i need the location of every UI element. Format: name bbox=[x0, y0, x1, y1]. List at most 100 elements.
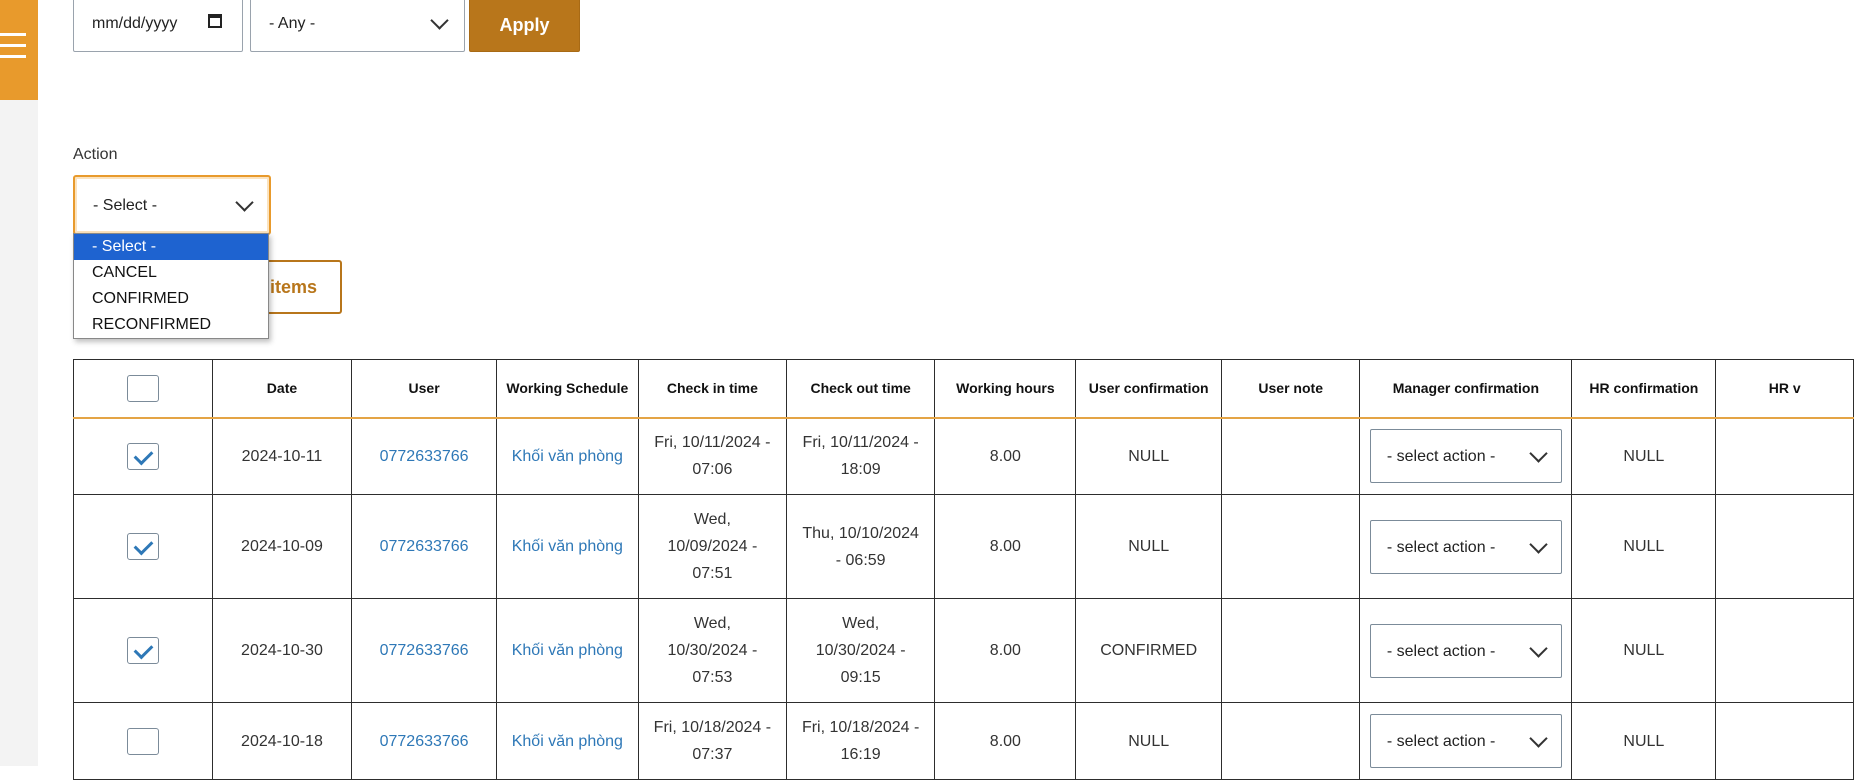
date-filter-input[interactable]: mm/dd/yyyy bbox=[73, 0, 243, 52]
cell-user-confirmation: NULL bbox=[1075, 417, 1222, 495]
manager-action-value: - select action - bbox=[1386, 538, 1496, 556]
cell-hr-confirmation: NULL bbox=[1571, 417, 1717, 495]
header-manager-confirmation[interactable]: Manager confirmation bbox=[1359, 359, 1573, 419]
cell-hr-confirmation: NULL bbox=[1571, 598, 1717, 703]
table-row: 2024-10-30 0772633766 Khối văn phòng Wed… bbox=[73, 598, 1854, 703]
table-header-row: Date User Working Schedule Check in time… bbox=[73, 359, 1854, 419]
header-check-in-time[interactable]: Check in time bbox=[637, 359, 788, 419]
action-label: Action bbox=[73, 146, 118, 163]
cell-manager-confirmation: - select action - bbox=[1359, 417, 1573, 495]
row-select-cell bbox=[73, 494, 213, 599]
status-filter-value: - Any - bbox=[269, 15, 316, 32]
chevron-down-icon bbox=[1529, 638, 1548, 658]
cell-hours: 8.00 bbox=[934, 417, 1077, 495]
apply-filter-button[interactable]: Apply bbox=[469, 0, 580, 52]
cell-check-in: Fri, 10/11/2024 - 07:06 bbox=[637, 417, 788, 495]
cell-user: 0772633766 bbox=[351, 417, 497, 495]
cell-schedule: Khối văn phòng bbox=[495, 702, 639, 780]
schedule-link[interactable]: Khối văn phòng bbox=[512, 538, 623, 555]
status-filter-select[interactable]: - Any - bbox=[250, 0, 465, 52]
cell-date: 2024-10-09 bbox=[211, 494, 353, 599]
cell-schedule: Khối văn phòng bbox=[495, 417, 639, 495]
manager-action-select[interactable]: - select action - bbox=[1369, 429, 1562, 484]
cell-check-out: Thu, 10/10/2024 - 06:59 bbox=[786, 494, 936, 599]
check-in-text: Wed, 10/09/2024 - 07:51 bbox=[667, 511, 758, 582]
check-out-text: Thu, 10/10/2024 - 06:59 bbox=[802, 524, 919, 569]
header-working-schedule[interactable]: Working Schedule bbox=[495, 359, 639, 419]
cell-user: 0772633766 bbox=[351, 494, 497, 599]
select-all-checkbox[interactable] bbox=[126, 374, 159, 402]
check-in-text: Wed, 10/30/2024 - 07:53 bbox=[667, 615, 758, 686]
row-select-cell bbox=[73, 702, 213, 780]
header-user-confirmation[interactable]: User confirmation bbox=[1075, 359, 1222, 419]
dropdown-option-confirmed[interactable]: CONFIRMED bbox=[74, 286, 268, 312]
cell-check-in: Fri, 10/18/2024 - 07:37 bbox=[637, 702, 788, 780]
cell-check-out: Wed, 10/30/2024 - 09:15 bbox=[786, 598, 936, 703]
check-out-text: Fri, 10/18/2024 - 16:19 bbox=[801, 719, 920, 763]
check-in-text: Fri, 10/11/2024 - 07:06 bbox=[654, 434, 771, 479]
cell-user-note bbox=[1220, 417, 1361, 495]
header-hr-v[interactable]: HR v bbox=[1715, 359, 1854, 419]
row-checkbox[interactable] bbox=[126, 533, 159, 561]
row-checkbox[interactable] bbox=[126, 442, 159, 470]
manager-action-select[interactable]: - select action - bbox=[1369, 519, 1562, 574]
user-link[interactable]: 0772633766 bbox=[380, 538, 469, 555]
cell-user-confirmation: NULL bbox=[1075, 494, 1222, 599]
calendar-icon[interactable] bbox=[208, 14, 222, 28]
cell-hr-confirmation: NULL bbox=[1571, 702, 1717, 780]
cell-date: 2024-10-11 bbox=[211, 417, 353, 495]
header-working-hours[interactable]: Working hours bbox=[934, 359, 1077, 419]
chevron-down-icon bbox=[1529, 534, 1548, 554]
cell-user-note bbox=[1220, 494, 1361, 599]
header-hr-confirmation[interactable]: HR confirmation bbox=[1571, 359, 1717, 419]
bulk-action-dropdown: - Select - CANCEL CONFIRMED RECONFIRMED bbox=[73, 233, 269, 339]
schedule-link[interactable]: Khối văn phòng bbox=[512, 733, 623, 750]
table-row: 2024-10-18 0772633766 Khối văn phòng Fri… bbox=[73, 702, 1854, 780]
dropdown-option-reconfirmed[interactable]: RECONFIRMED bbox=[74, 312, 268, 338]
cell-manager-confirmation: - select action - bbox=[1359, 598, 1573, 703]
check-in-text: Fri, 10/18/2024 - 07:37 bbox=[653, 719, 772, 763]
header-user[interactable]: User bbox=[351, 359, 497, 419]
cell-user-confirmation: CONFIRMED bbox=[1075, 598, 1222, 703]
dropdown-option-select[interactable]: - Select - bbox=[74, 234, 268, 260]
cell-user-note bbox=[1220, 598, 1361, 703]
user-link[interactable]: 0772633766 bbox=[380, 448, 469, 465]
cell-manager-confirmation: - select action - bbox=[1359, 702, 1573, 780]
chevron-down-icon bbox=[1529, 729, 1548, 748]
cell-hr-v bbox=[1715, 417, 1854, 495]
row-checkbox[interactable] bbox=[126, 637, 159, 665]
header-date[interactable]: Date bbox=[211, 359, 353, 419]
date-placeholder: mm/dd/yyyy bbox=[92, 15, 178, 32]
check-out-text: Fri, 10/11/2024 - 18:09 bbox=[802, 434, 919, 479]
bulk-action-value: - Select - bbox=[93, 197, 158, 214]
table-row: 2024-10-09 0772633766 Khối văn phòng Wed… bbox=[73, 494, 1854, 599]
hamburger-menu-button[interactable] bbox=[0, 0, 38, 100]
cell-hr-v bbox=[1715, 598, 1854, 703]
cell-hours: 8.00 bbox=[934, 494, 1077, 599]
cell-user-confirmation: NULL bbox=[1075, 702, 1222, 780]
check-out-text: Wed, 10/30/2024 - 09:15 bbox=[815, 615, 906, 686]
apply-items-label: items bbox=[270, 277, 318, 297]
cell-check-in: Wed, 10/30/2024 - 07:53 bbox=[637, 598, 788, 703]
dropdown-option-cancel[interactable]: CANCEL bbox=[74, 260, 268, 286]
user-link[interactable]: 0772633766 bbox=[380, 733, 469, 750]
row-select-cell bbox=[73, 598, 213, 703]
cell-user: 0772633766 bbox=[351, 702, 497, 780]
row-checkbox[interactable] bbox=[126, 727, 159, 755]
attendance-table: Date User Working Schedule Check in time… bbox=[73, 359, 1854, 780]
header-check-out-time[interactable]: Check out time bbox=[786, 359, 936, 419]
manager-action-value: - select action - bbox=[1386, 448, 1496, 466]
bulk-action-select[interactable]: - Select - bbox=[73, 175, 271, 235]
cell-user-note bbox=[1220, 702, 1361, 780]
cell-hr-confirmation: NULL bbox=[1571, 494, 1717, 599]
schedule-link[interactable]: Khối văn phòng bbox=[512, 642, 623, 659]
user-link[interactable]: 0772633766 bbox=[380, 642, 469, 659]
manager-action-select[interactable]: - select action - bbox=[1369, 623, 1562, 678]
cell-manager-confirmation: - select action - bbox=[1359, 494, 1573, 599]
left-sidebar-strip bbox=[0, 0, 38, 766]
manager-action-select[interactable]: - select action - bbox=[1369, 714, 1562, 768]
cell-date: 2024-10-30 bbox=[211, 598, 353, 703]
schedule-link[interactable]: Khối văn phòng bbox=[512, 448, 623, 465]
header-user-note[interactable]: User note bbox=[1220, 359, 1361, 419]
cell-hours: 8.00 bbox=[934, 702, 1077, 780]
